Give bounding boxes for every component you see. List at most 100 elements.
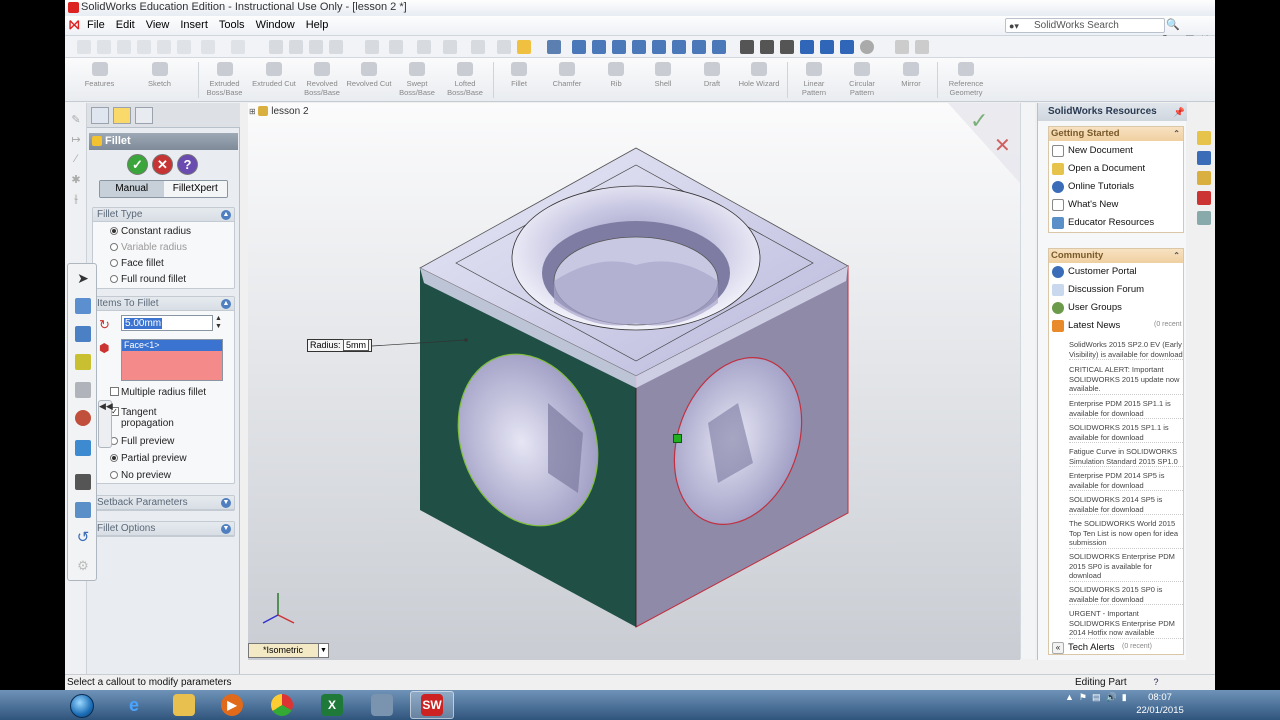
checkbox[interactable] [110, 387, 119, 396]
fillet-options-header[interactable]: Fillet Options ▼ [93, 522, 234, 536]
fillet-type-header[interactable]: Fillet Type ▲ [93, 208, 234, 222]
sketch-icon[interactable] [417, 40, 431, 54]
graphics-area[interactable]: ✓ ✕ [248, 103, 1020, 660]
sketch-tab[interactable]: Sketch [137, 62, 182, 88]
zoom-in-out-icon[interactable] [612, 40, 626, 54]
radio[interactable] [110, 471, 118, 479]
search-input[interactable]: ●▾ SolidWorks Search 🔍 [1005, 18, 1180, 33]
reference-geometry-button[interactable]: Reference Geometry [943, 62, 989, 97]
section-icon[interactable] [471, 40, 485, 54]
features-tab[interactable]: Features [77, 62, 122, 88]
smart-dimension-icon[interactable] [75, 298, 91, 314]
radio[interactable] [110, 275, 118, 283]
lightbulb-icon[interactable] [517, 40, 531, 54]
filletxpert-tab[interactable]: FilletXpert [163, 181, 227, 197]
fillet-button[interactable]: Fillet [499, 62, 539, 88]
zoom-selection-icon[interactable] [632, 40, 646, 54]
collapse-icon[interactable]: ⌃ [1173, 249, 1180, 263]
dimension-icon[interactable]: ↦ [69, 133, 83, 147]
start-button[interactable] [62, 691, 102, 720]
save-icon[interactable] [117, 40, 131, 54]
revolved-boss-button[interactable]: Revolved Boss/Base [300, 62, 344, 97]
layout-icon[interactable] [389, 40, 403, 54]
multiple-radius-option[interactable]: Multiple radius fillet [110, 387, 206, 398]
zoom-fit-icon[interactable] [572, 40, 586, 54]
options-icon[interactable] [309, 40, 323, 54]
open-icon[interactable] [97, 40, 111, 54]
toolbar-icon[interactable] [157, 40, 171, 54]
rib-button[interactable]: Rib [596, 62, 636, 88]
rotate-icon[interactable] [652, 40, 666, 54]
radius-input[interactable]: 5.00mm [121, 315, 213, 331]
menu-help[interactable]: Help [306, 19, 329, 31]
tray-arrow-icon[interactable]: ▲ [1065, 692, 1074, 703]
expand-arrows-icon[interactable]: « [1052, 642, 1064, 654]
full-preview-option[interactable]: Full preview [110, 436, 174, 447]
cancel-button[interactable]: ✕ [152, 154, 173, 175]
extruded-cut-button[interactable]: Extruded Cut [249, 62, 299, 88]
realview-icon[interactable] [860, 40, 874, 54]
latest-news-link[interactable]: Latest News (0 recent [1052, 320, 1182, 332]
grid-icon[interactable] [365, 40, 379, 54]
ok-button[interactable]: ✓ [127, 154, 148, 175]
hidden-lines-removed-icon[interactable] [780, 40, 794, 54]
feature-tree-root[interactable]: ⊞ lesson 2 [249, 106, 309, 117]
view-orientation-icon[interactable] [443, 40, 457, 54]
tree-expand-icon[interactable]: ⊞ [249, 107, 256, 116]
confirm-ok-icon[interactable]: ✓ [970, 109, 988, 134]
news-item[interactable]: The SOLIDWORKS World 2015 Top Ten List i… [1069, 519, 1183, 549]
undo-icon[interactable] [201, 40, 215, 54]
pin-icon[interactable]: 📌 [1174, 103, 1185, 121]
menu-view[interactable]: View [146, 19, 170, 31]
tech-alerts-link[interactable]: « Tech Alerts (0 recent) [1052, 642, 1152, 654]
menu-insert[interactable]: Insert [180, 19, 208, 31]
online-tutorials-link[interactable]: Online Tutorials [1052, 181, 1134, 193]
customer-portal-link[interactable]: Customer Portal [1052, 266, 1137, 278]
pan-icon[interactable] [672, 40, 686, 54]
toolbar-extra2-icon[interactable] [915, 40, 929, 54]
educator-resources-link[interactable]: Educator Resources [1052, 217, 1154, 229]
design-library-tab-icon[interactable] [1197, 151, 1211, 165]
solidworks-logo-icon[interactable]: ⨝ [69, 18, 81, 32]
configuration-manager-tab[interactable] [135, 107, 153, 124]
tangent-propagation-option[interactable]: ✓ Tangent propagation [110, 407, 174, 429]
new-icon[interactable] [77, 40, 91, 54]
mirror-button[interactable]: Mirror [891, 62, 931, 88]
appearance-icon[interactable] [497, 40, 511, 54]
callout-value[interactable]: 5mm [343, 339, 370, 351]
calculator-icon[interactable] [75, 440, 91, 456]
redo-icon[interactable] [231, 40, 245, 54]
clock[interactable]: 08:07 22/01/2015 [1135, 691, 1185, 717]
variable-radius-option[interactable]: Variable radius [110, 242, 187, 253]
appearances-tab-icon[interactable] [1197, 211, 1211, 225]
radio[interactable] [110, 243, 118, 251]
chamfer-button[interactable]: Chamfer [547, 62, 587, 88]
partial-preview-option[interactable]: Partial preview [110, 453, 187, 464]
discussion-forum-link[interactable]: Discussion Forum [1052, 284, 1144, 296]
radio[interactable] [110, 227, 118, 235]
whats-new-link[interactable]: What's New [1052, 199, 1118, 211]
menu-file[interactable]: File [87, 19, 105, 31]
news-item[interactable]: SOLIDWORKS Enterprise PDM 2015 SP0 is av… [1069, 552, 1183, 582]
radio[interactable] [110, 454, 118, 462]
select-icon[interactable] [269, 40, 283, 54]
view-palette-tab-icon[interactable] [1197, 191, 1211, 205]
collapse-icon[interactable]: ⌃ [1173, 127, 1180, 141]
gear-icon[interactable]: ⚙ [75, 558, 91, 574]
taskbar-solidworks[interactable]: SW [410, 691, 454, 719]
taskbar-excel[interactable]: X [310, 691, 354, 719]
no-preview-option[interactable]: No preview [110, 470, 171, 481]
dropdown-icon[interactable]: ▼ [318, 644, 328, 657]
network-tray-icon[interactable]: ▤ [1092, 692, 1101, 703]
revolved-cut-button[interactable]: Revolved Cut [345, 62, 393, 88]
lofted-boss-button[interactable]: Lofted Boss/Base [443, 62, 487, 97]
status-help-icon[interactable]: ? [1150, 676, 1162, 688]
shaded-icon[interactable] [820, 40, 834, 54]
sketch-pencil-icon[interactable] [75, 354, 91, 370]
new-document-link[interactable]: New Document [1052, 145, 1133, 157]
menu-edit[interactable]: Edit [116, 19, 135, 31]
measure-icon[interactable] [75, 326, 91, 342]
manual-tab[interactable]: Manual [100, 181, 164, 197]
line-tool-icon[interactable]: ∕ [69, 153, 83, 167]
taskbar-chrome[interactable] [260, 691, 304, 719]
